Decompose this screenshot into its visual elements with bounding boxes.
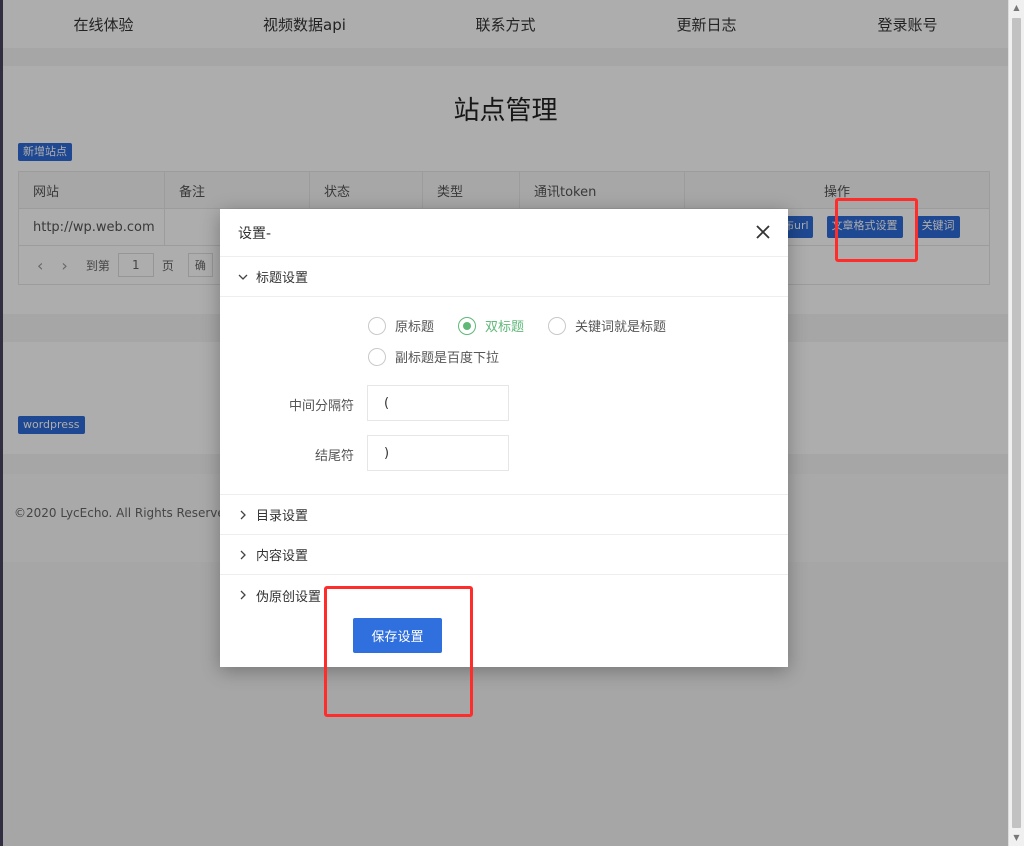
chevron-right-icon (240, 590, 246, 600)
title-settings-body: 原标题 双标题 关键词就是标题 副标题是百度下拉 中间分隔符 ( 结尾符 ) (220, 297, 788, 495)
chevron-right-icon (240, 550, 246, 559)
section-label: 内容设置 (256, 549, 309, 564)
catalog-settings-header[interactable]: 目录设置 (220, 495, 788, 535)
separator-input[interactable]: ( (367, 385, 509, 421)
settings-dialog: 设置- 标题设置 原标题 双标题 关键词就是标题 副标题是百度下拉 中间分隔符 … (220, 209, 788, 667)
suffix-label: 结尾符 (314, 449, 354, 464)
radio-double-title[interactable]: 双标题 (458, 316, 524, 335)
radio-label: 原标题 (395, 320, 435, 335)
scroll-up-icon[interactable]: ▲ (1009, 0, 1024, 16)
content-settings-header[interactable]: 内容设置 (220, 535, 788, 575)
pseudo-original-settings-header[interactable]: 伪原创设置 (220, 575, 788, 615)
page-scrollbar[interactable]: ▲ ▼ (1008, 0, 1024, 846)
dialog-header: 设置- (220, 209, 788, 257)
section-label: 伪原创设置 (256, 589, 322, 605)
separator-label: 中间分隔符 (288, 399, 354, 414)
annotation-box-format-button (835, 198, 918, 262)
radio-circle-checked (458, 316, 476, 335)
radio-label: 双标题 (485, 320, 525, 335)
radio-circle (368, 347, 386, 366)
section-label: 标题设置 (256, 271, 309, 286)
radio-label: 关键词就是标题 (575, 320, 667, 335)
suffix-input[interactable]: ) (367, 435, 509, 471)
title-settings-header[interactable]: 标题设置 (220, 257, 788, 297)
annotation-box-save-button (324, 586, 473, 717)
radio-circle (548, 316, 566, 335)
radio-original-title[interactable]: 原标题 (368, 316, 434, 335)
radio-circle (368, 316, 386, 335)
close-icon[interactable] (752, 221, 774, 243)
dialog-title: 设置- (238, 225, 272, 242)
chevron-right-icon (240, 510, 246, 519)
radio-keyword-title[interactable]: 关键词就是标题 (548, 316, 666, 335)
section-label: 目录设置 (256, 509, 309, 524)
radio-baidu-subtitle[interactable]: 副标题是百度下拉 (368, 347, 499, 366)
radio-label: 副标题是百度下拉 (395, 351, 500, 366)
scrollbar-thumb[interactable] (1012, 18, 1021, 828)
scroll-down-icon[interactable]: ▼ (1009, 830, 1024, 846)
chevron-down-icon (238, 274, 248, 280)
